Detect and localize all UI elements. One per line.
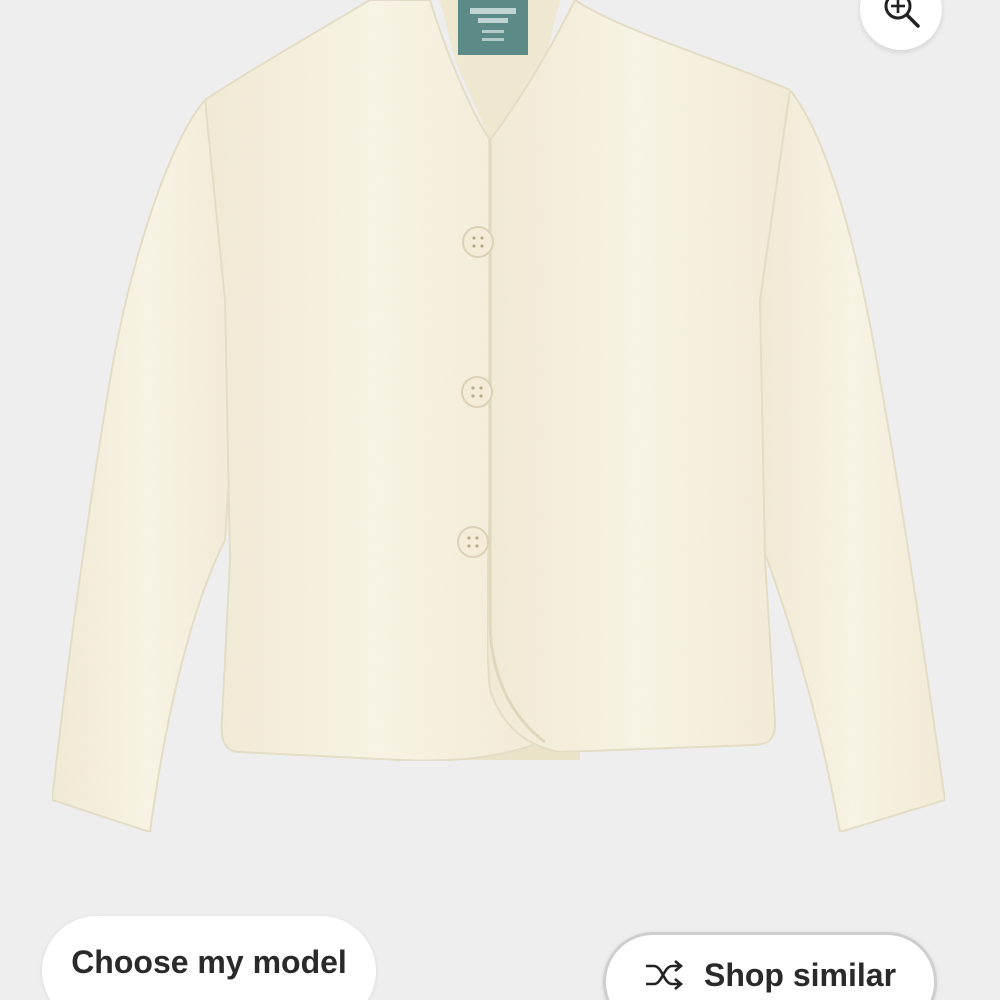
- jacket-button-3: [457, 526, 489, 558]
- choose-my-model-label: Choose my model: [71, 943, 347, 980]
- shop-similar-button[interactable]: Shop similar: [603, 932, 937, 1000]
- jacket-right-sleeve: [759, 87, 947, 834]
- choose-my-model-button[interactable]: Choose my model: [42, 916, 376, 1000]
- product-gallery: Choose my model Shop similar: [0, 0, 1000, 1000]
- shop-similar-label: Shop similar: [703, 956, 897, 993]
- zoom-in-icon: [884, 0, 920, 28]
- jacket-left-sleeve: [50, 97, 242, 834]
- jacket-right-panel: [486, 0, 792, 754]
- jacket-button-1: [462, 226, 494, 258]
- brand-label: [458, 0, 528, 55]
- product-image[interactable]: [0, 0, 1000, 1000]
- jacket-button-2: [461, 376, 493, 408]
- shuffle-icon: [645, 960, 683, 990]
